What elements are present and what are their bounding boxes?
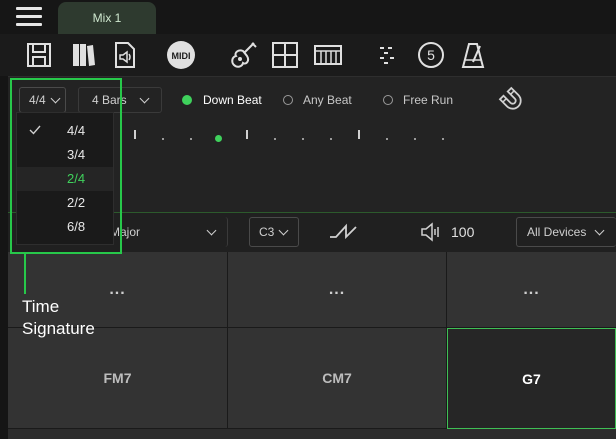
- guitar-icon[interactable]: [226, 38, 260, 72]
- callout-box: [10, 78, 122, 254]
- magnet-icon[interactable]: [497, 85, 527, 115]
- grid-icon[interactable]: [268, 38, 302, 72]
- more-options-icon: ...: [328, 280, 346, 298]
- chord-options-cell[interactable]: ...: [447, 252, 616, 328]
- octave-select[interactable]: C3: [249, 217, 299, 247]
- chevron-down-icon: [278, 225, 289, 235]
- tab-mix[interactable]: Mix 1: [58, 2, 156, 34]
- rhythm-icon[interactable]: [370, 38, 404, 72]
- devices-value: All Devices: [527, 225, 587, 239]
- beat-tick: [414, 138, 416, 140]
- beat-tick: [274, 138, 276, 140]
- chord-pad-fm7[interactable]: FM7: [8, 328, 228, 429]
- callout-line: [24, 254, 26, 294]
- chevron-down-icon: [206, 225, 217, 235]
- octave-value: C3: [259, 225, 275, 239]
- beat-tick: [162, 138, 164, 140]
- beat-tick: [330, 138, 332, 140]
- piano-icon[interactable]: [311, 38, 345, 72]
- volume-icon[interactable]: [420, 222, 442, 242]
- chevron-down-icon: [594, 225, 605, 235]
- beat-tick: [190, 138, 192, 140]
- radio-down-beat[interactable]: [182, 95, 192, 105]
- radio-down-beat-label: Down Beat: [203, 93, 262, 107]
- radio-free-run-label: Free Run: [403, 93, 454, 107]
- midi-icon[interactable]: MIDI: [164, 38, 198, 72]
- audio-file-icon[interactable]: [108, 38, 142, 72]
- beat-tick: [386, 138, 388, 140]
- playhead-dot: [215, 135, 222, 142]
- radio-any-beat-label: Any Beat: [303, 93, 352, 107]
- beat-tick: [302, 138, 304, 140]
- metronome-icon[interactable]: [456, 38, 490, 72]
- chord-pad-cm7[interactable]: CM7: [228, 328, 447, 429]
- chord-label: CM7: [322, 370, 352, 386]
- library-icon[interactable]: [66, 38, 100, 72]
- radio-free-run[interactable]: [383, 95, 393, 105]
- chord-label: FM7: [103, 370, 132, 386]
- grid-next-row: [8, 429, 616, 439]
- chord-pad-g7[interactable]: G7: [447, 328, 616, 429]
- devices-select[interactable]: All Devices: [516, 217, 616, 247]
- more-options-icon: ...: [109, 280, 126, 298]
- callout-label: Time Signature: [22, 297, 95, 338]
- beat-timeline: [128, 128, 458, 148]
- beat-marker: [246, 130, 248, 139]
- count-in-icon[interactable]: 5: [414, 38, 448, 72]
- midi-label: MIDI: [172, 51, 191, 61]
- save-icon[interactable]: [22, 38, 56, 72]
- beat-marker: [134, 130, 136, 139]
- beat-tick: [442, 138, 444, 140]
- volume-value: 100: [451, 224, 475, 240]
- count-in-label: 5: [427, 47, 435, 63]
- beat-marker: [358, 130, 360, 139]
- hamburger-menu-icon[interactable]: [16, 7, 42, 27]
- chord-options-cell[interactable]: ...: [228, 252, 447, 328]
- more-options-icon: ...: [523, 280, 540, 298]
- chevron-down-icon: [139, 93, 150, 103]
- chord-label: G7: [522, 370, 541, 387]
- waveform-icon[interactable]: [328, 221, 358, 243]
- radio-any-beat[interactable]: [283, 95, 293, 105]
